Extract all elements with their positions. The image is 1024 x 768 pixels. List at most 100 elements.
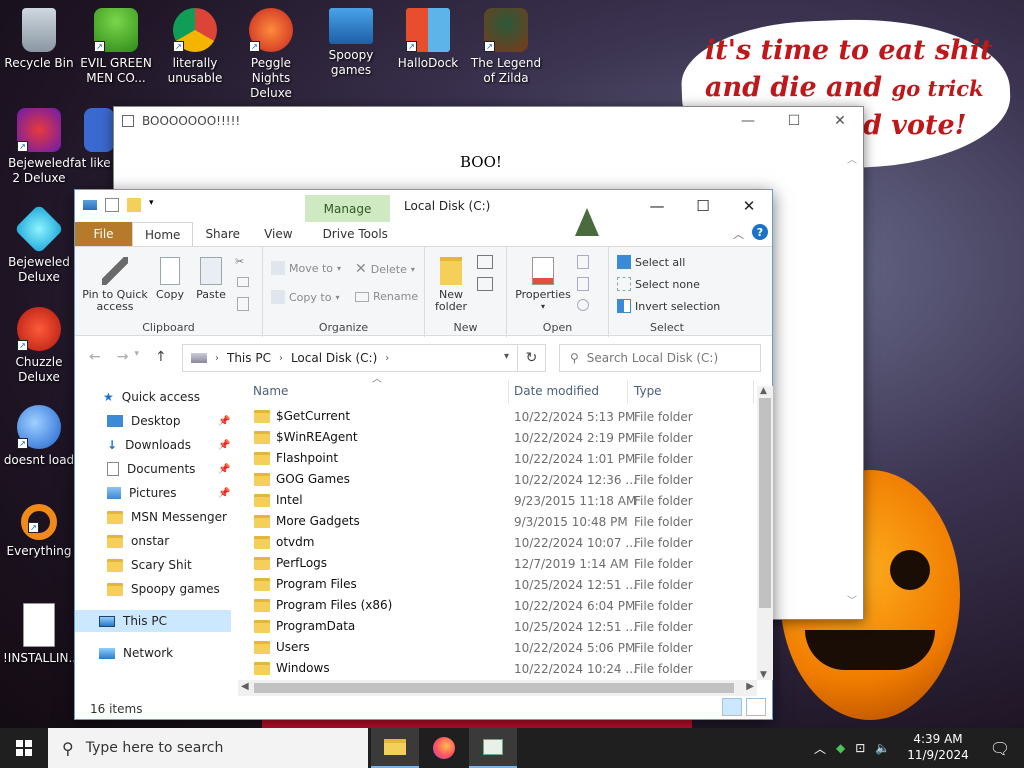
- table-row[interactable]: Program Files 10/25/2024 12:51 ... File fo…: [238, 574, 758, 595]
- pin-to-quick-access-button[interactable]: Pin to Quick access: [81, 257, 149, 313]
- scroll-down-icon[interactable]: ﹀: [847, 592, 857, 607]
- scroll-left-icon[interactable]: ◀: [241, 681, 249, 692]
- tab-view[interactable]: View: [252, 222, 304, 246]
- table-row[interactable]: Program Files (x86) 10/22/2024 6:04 PM Fil…: [238, 595, 758, 616]
- customize-qat-icon[interactable]: ▾: [149, 198, 157, 212]
- desktop-icon-chuzzle[interactable]: ↗ Chuzzle Deluxe: [3, 307, 75, 385]
- details-view-button[interactable]: [722, 698, 742, 716]
- boo-title-bar[interactable]: BOOOOOOO!!!!! — ☐ ✕: [114, 107, 863, 135]
- pin-icon[interactable]: 📌: [218, 416, 230, 427]
- desktop-icon-spoopy-games[interactable]: Spoopy games: [315, 8, 387, 78]
- rename-button[interactable]: Rename: [355, 290, 418, 303]
- properties-qat-icon[interactable]: [105, 198, 119, 212]
- desktop-icon-legend-of-zilda[interactable]: ↗ The Legend of Zilda: [470, 8, 542, 86]
- up-arrow-icon[interactable]: ↑: [155, 349, 167, 365]
- scroll-right-icon[interactable]: ▶: [746, 681, 754, 692]
- help-icon[interactable]: ?: [752, 224, 768, 240]
- explorer-title-bar[interactable]: ▾ Manage Local Disk (C:) — ☐ ✕: [75, 190, 772, 236]
- nav-this-pc[interactable]: This PC: [75, 610, 231, 632]
- pin-icon[interactable]: 📌: [218, 440, 230, 451]
- delete-button[interactable]: ✕ Delete ▾: [355, 261, 415, 277]
- copy-path-icon[interactable]: [237, 277, 249, 287]
- address-dropdown-icon[interactable]: ▾: [504, 351, 509, 362]
- notifications-icon[interactable]: 🗨: [976, 728, 1024, 768]
- edit-icon[interactable]: [577, 277, 589, 291]
- nav-documents[interactable]: Documents 📌: [107, 458, 237, 480]
- forward-arrow-icon[interactable]: →: [117, 349, 129, 365]
- table-row[interactable]: More Gadgets 9/3/2015 10:48 PM File folder: [238, 511, 758, 532]
- column-header-date-modified[interactable]: Date modified: [514, 376, 599, 406]
- file-explorer-window[interactable]: ▾ Manage Local Disk (C:) — ☐ ✕ File Home…: [74, 189, 773, 720]
- close-button[interactable]: ✕: [817, 107, 863, 135]
- desktop-icon-fat-like[interactable]: fat like: [70, 108, 114, 171]
- copy-to-button[interactable]: Copy to ▾: [271, 290, 339, 304]
- table-row[interactable]: Intel 9/23/2015 11:18 AM File folder: [238, 490, 758, 511]
- easy-access-icon[interactable]: [477, 277, 493, 291]
- minimize-button[interactable]: —: [634, 190, 680, 222]
- desktop-icon-everything[interactable]: ↗ Everything: [3, 504, 75, 559]
- table-row[interactable]: Windows 10/22/2024 10:24 ... File folder: [238, 658, 758, 679]
- tab-manage[interactable]: Manage: [305, 195, 390, 222]
- network-status-icon[interactable]: ⊡: [855, 741, 865, 755]
- paste-button[interactable]: Paste: [193, 257, 229, 301]
- desktop-icon-bejeweled[interactable]: Bejeweled Deluxe: [3, 204, 75, 285]
- breadcrumb-local-disk[interactable]: Local Disk (C:): [291, 351, 377, 365]
- maximize-button[interactable]: ☐: [771, 107, 817, 135]
- boo-scrollbar[interactable]: ︿ ﹀: [847, 151, 859, 607]
- invert-selection-button[interactable]: Invert selection: [617, 299, 720, 313]
- desktop-icon-hallodock[interactable]: ↗ HalloDock: [392, 8, 464, 71]
- open-icon[interactable]: [577, 255, 589, 269]
- table-row[interactable]: $GetCurrent 10/22/2024 5:13 PM File folder: [238, 406, 758, 427]
- desktop-icon-peggle[interactable]: ↗ Peggle Nights Deluxe: [235, 8, 307, 101]
- search-box[interactable]: ⚲ Search Local Disk (C:): [559, 344, 761, 372]
- desktop-icon-installing[interactable]: !INSTALLIN...: [3, 603, 80, 666]
- nav-network[interactable]: Network: [99, 642, 173, 664]
- maximize-button[interactable]: ☐: [680, 190, 726, 222]
- desktop-icon-thunderbird[interactable]: ↗ doesnt load: [3, 405, 75, 468]
- volume-icon[interactable]: 🔈: [875, 741, 890, 755]
- pin-icon[interactable]: 📌: [218, 488, 230, 499]
- scrollbar-thumb[interactable]: [254, 683, 734, 693]
- table-row[interactable]: GOG Games 10/22/2024 12:36 ... File folder: [238, 469, 758, 490]
- back-arrow-icon[interactable]: ←: [89, 349, 101, 365]
- new-folder-qat-icon[interactable]: [127, 198, 141, 212]
- properties-button[interactable]: Properties ▾: [513, 257, 573, 313]
- column-header-type[interactable]: Type: [634, 376, 662, 406]
- table-row[interactable]: PerfLogs 12/7/2019 1:14 AM File folder: [238, 553, 758, 574]
- desktop-icon-chrome[interactable]: ↗ literally unusable: [159, 8, 231, 86]
- column-header-name[interactable]: Name: [253, 376, 288, 406]
- nav-onstar[interactable]: onstar: [107, 530, 169, 552]
- tab-drive-tools[interactable]: Drive Tools: [311, 222, 400, 246]
- address-bar[interactable]: › This PC › Local Disk (C:) › ▾: [182, 344, 518, 372]
- select-all-button[interactable]: Select all: [617, 255, 685, 269]
- copy-button[interactable]: Copy: [153, 257, 187, 301]
- nav-downloads[interactable]: ↓ Downloads 📌: [107, 434, 237, 456]
- large-icons-view-button[interactable]: [746, 698, 766, 716]
- table-row[interactable]: Flashpoint 10/22/2024 1:01 PM File folder: [238, 448, 758, 469]
- taskbar-firefox[interactable]: [420, 728, 468, 768]
- taskbar-file-explorer[interactable]: [371, 728, 419, 768]
- move-to-button[interactable]: Move to ▾: [271, 261, 341, 275]
- scroll-down-icon[interactable]: ▼: [760, 670, 767, 680]
- history-icon[interactable]: [577, 299, 589, 311]
- pin-icon[interactable]: 📌: [218, 464, 230, 475]
- table-row[interactable]: $WinREAgent 10/22/2024 2:19 PM File folder: [238, 427, 758, 448]
- start-button[interactable]: [0, 728, 48, 768]
- collapse-ribbon-icon[interactable]: ︿: [733, 226, 744, 242]
- nav-desktop[interactable]: Desktop 📌: [107, 410, 237, 432]
- nav-quick-access[interactable]: ★ Quick access: [103, 386, 200, 408]
- desktop-icon-recycle-bin[interactable]: Recycle Bin: [3, 8, 75, 71]
- nav-msn-messenger[interactable]: MSN Messenger: [107, 506, 227, 528]
- close-button[interactable]: ✕: [726, 190, 772, 222]
- taskbar-boo-app[interactable]: [469, 728, 517, 768]
- nav-pictures[interactable]: Pictures 📌: [107, 482, 237, 504]
- nav-spoopy-games[interactable]: Spoopy games: [107, 578, 220, 600]
- refresh-button[interactable]: ↻: [518, 344, 546, 372]
- table-row[interactable]: ProgramData 10/25/2024 12:51 ... File fold…: [238, 616, 758, 637]
- horizontal-scrollbar[interactable]: ◀ ▶: [238, 680, 757, 696]
- select-none-button[interactable]: Select none: [617, 277, 700, 291]
- minimize-button[interactable]: —: [725, 107, 771, 135]
- paste-shortcut-icon[interactable]: [237, 297, 249, 311]
- breadcrumb-this-pc[interactable]: This PC: [227, 351, 271, 365]
- new-item-icon[interactable]: [477, 255, 493, 269]
